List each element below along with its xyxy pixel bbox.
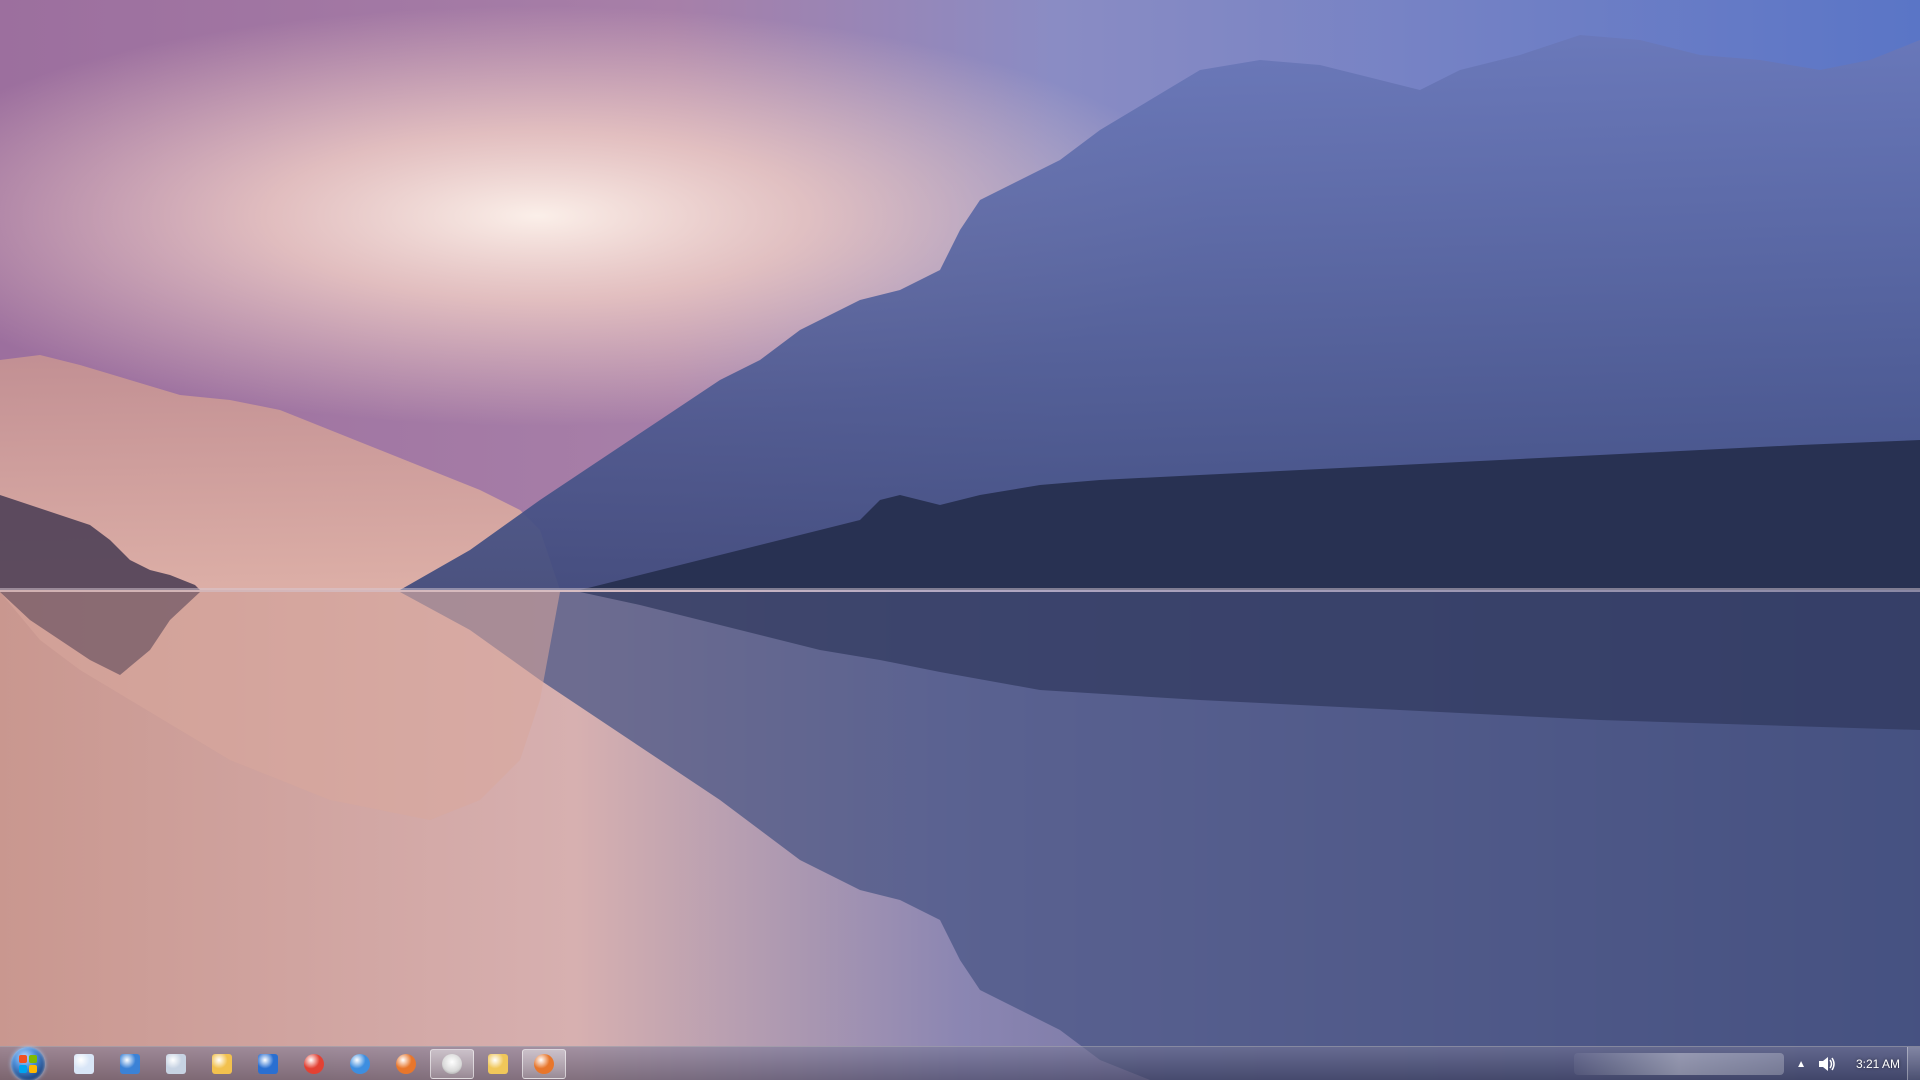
taskbar-button-notepad[interactable] bbox=[62, 1049, 106, 1079]
system-tray: ▲ 3:21 AM bbox=[1574, 1047, 1900, 1080]
calculator-icon bbox=[166, 1054, 186, 1074]
taskbar: ▲ 3:21 AM bbox=[0, 1046, 1920, 1080]
network-icon bbox=[258, 1054, 278, 1074]
taskbar-button-network[interactable] bbox=[246, 1049, 290, 1079]
taskbar-button-chrome[interactable] bbox=[292, 1049, 336, 1079]
show-hidden-icons-chevron-icon[interactable]: ▲ bbox=[1796, 1059, 1806, 1070]
sync-icon bbox=[120, 1054, 140, 1074]
taskbar-button-calculator[interactable] bbox=[154, 1049, 198, 1079]
firefox-icon bbox=[534, 1054, 554, 1074]
firefox-icon bbox=[396, 1054, 416, 1074]
paint-icon bbox=[212, 1054, 232, 1074]
taskbar-pinned-apps bbox=[62, 1049, 568, 1079]
taskbar-clock[interactable]: 3:21 AM bbox=[1856, 1057, 1900, 1071]
show-desktop-button[interactable] bbox=[1907, 1047, 1920, 1080]
taskbar-button-firefox[interactable] bbox=[522, 1049, 566, 1079]
taskbar-button-paint[interactable] bbox=[200, 1049, 244, 1079]
taskbar-button-firefox[interactable] bbox=[384, 1049, 428, 1079]
taskbar-button-sync[interactable] bbox=[108, 1049, 152, 1079]
notepad-icon bbox=[74, 1054, 94, 1074]
wallpaper-landscape bbox=[0, 0, 1920, 1080]
taskbar-button-folder[interactable] bbox=[476, 1049, 520, 1079]
alien-icon bbox=[442, 1054, 462, 1074]
taskbar-button-internet-explorer[interactable] bbox=[338, 1049, 382, 1079]
tray-notification-area[interactable] bbox=[1574, 1053, 1785, 1075]
windows-logo-icon bbox=[11, 1047, 45, 1080]
taskbar-button-alien[interactable] bbox=[430, 1049, 474, 1079]
chrome-icon bbox=[304, 1054, 324, 1074]
start-button[interactable] bbox=[8, 1047, 48, 1080]
desktop[interactable]: ▲ 3:21 AM bbox=[0, 0, 1920, 1080]
internet-explorer-icon bbox=[350, 1054, 370, 1074]
folder-icon bbox=[488, 1054, 508, 1074]
volume-icon[interactable] bbox=[1818, 1056, 1836, 1072]
